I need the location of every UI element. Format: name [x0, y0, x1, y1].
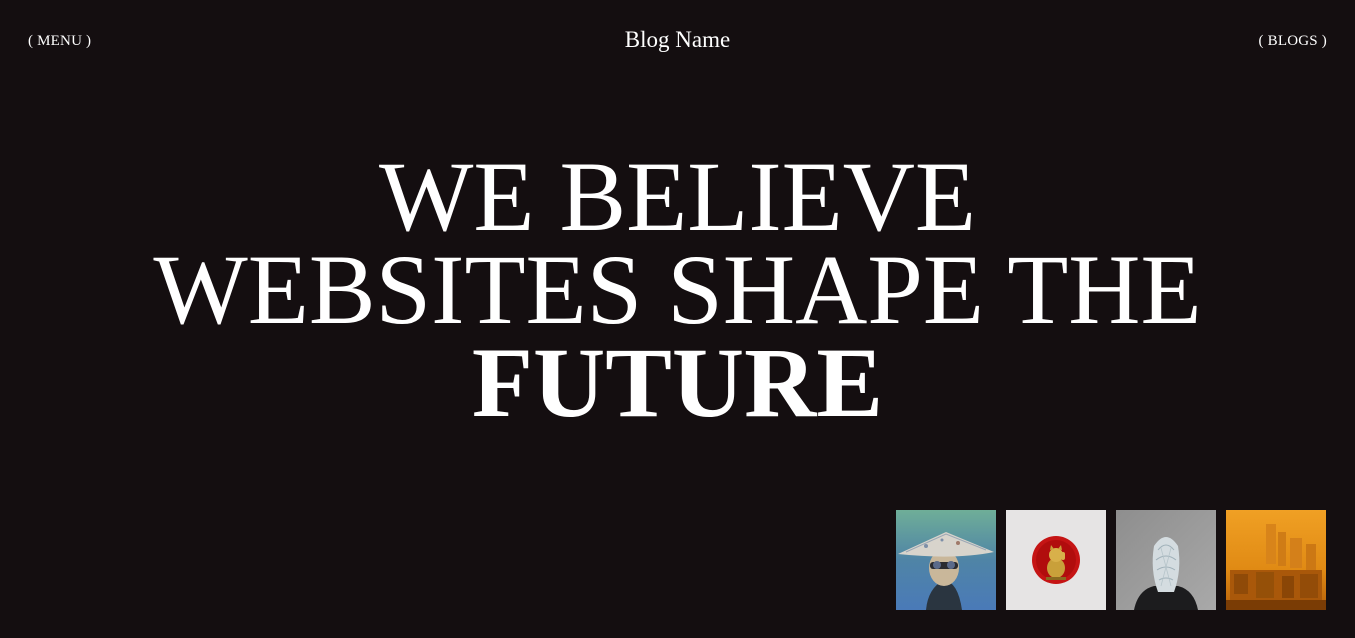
- hero-heading: WE BELIEVE WEBSITES SHAPE THE FUTURE: [0, 141, 1355, 438]
- portrait-with-hat-icon: [896, 510, 996, 610]
- thumbnail-strip: [896, 510, 1326, 610]
- thumb-person-hat[interactable]: [896, 510, 996, 610]
- veiled-figure-portrait-icon: [1116, 510, 1216, 610]
- page: ( MENU ) Blog Name ( BLOGS ) WE BELIEVE …: [0, 0, 1355, 638]
- hero-line-1: WE BELIEVE: [378, 141, 977, 252]
- thumb-lucky-cat[interactable]: [1006, 510, 1106, 610]
- blog-name-title[interactable]: Blog Name: [0, 27, 1355, 53]
- thumb-veiled-figure[interactable]: [1116, 510, 1216, 610]
- gold-lucky-cat-on-red-disc-icon: [1006, 510, 1106, 610]
- thumb-orange-city[interactable]: [1226, 510, 1326, 610]
- orange-city-skyline-icon: [1226, 510, 1326, 610]
- hero-line-3: FUTURE: [471, 327, 884, 438]
- hero-line-2: WEBSITES SHAPE THE: [153, 234, 1202, 345]
- blogs-button[interactable]: ( BLOGS ): [1259, 33, 1327, 50]
